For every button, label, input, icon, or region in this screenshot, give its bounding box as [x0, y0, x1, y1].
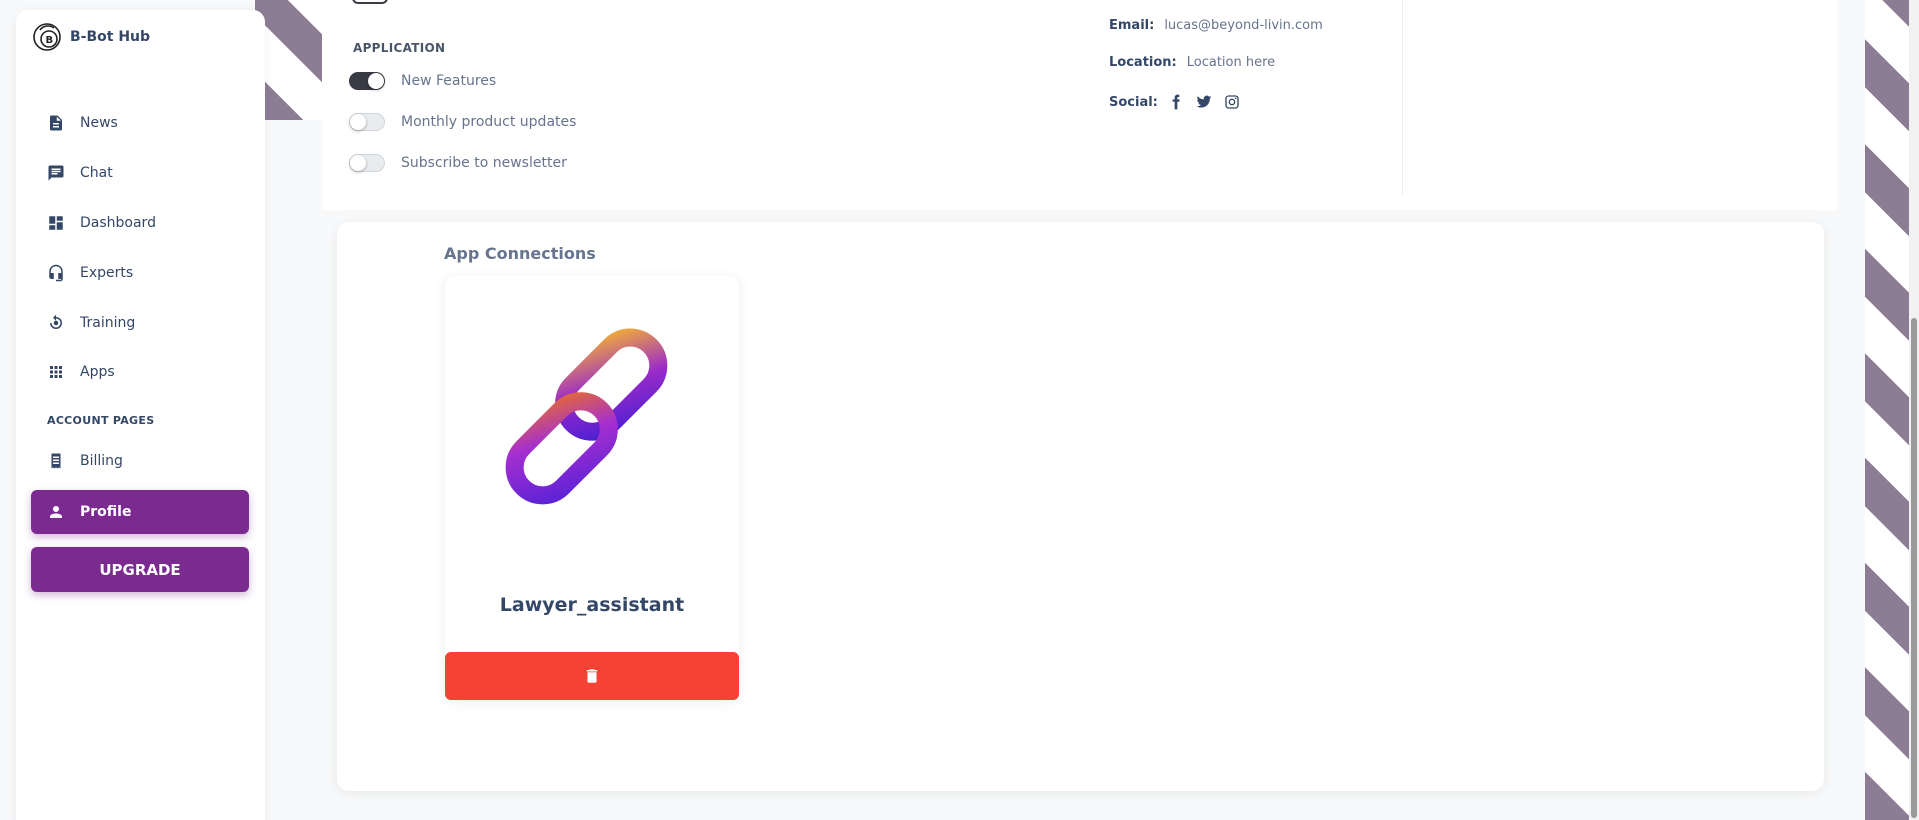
dashboard-icon	[49, 216, 63, 230]
monthly-updates-toggle[interactable]	[349, 113, 385, 131]
info-row-social: Social:	[1109, 94, 1240, 110]
section-title-account-pages: ACCOUNT PAGES	[47, 414, 155, 427]
setting-label: Monthly product updates	[401, 114, 577, 130]
setting-label: New Features	[401, 73, 497, 89]
sidebar-item-label: Experts	[80, 265, 134, 281]
sidebar-item-chat[interactable]: Chat	[31, 151, 249, 195]
sidebar-item-label: Apps	[80, 364, 115, 380]
headset-icon	[49, 264, 63, 282]
training-icon	[50, 314, 62, 329]
facebook-icon[interactable]	[1168, 94, 1184, 110]
brand[interactable]: B B-Bot Hub	[32, 22, 150, 52]
setting-row-new-features: New Features	[349, 72, 496, 90]
sidebar-item-apps[interactable]: Apps	[31, 350, 249, 394]
panel-divider	[1402, 0, 1403, 195]
app-name: Lawyer_assistant	[499, 594, 685, 616]
info-row-location: Location: Location here	[1109, 55, 1275, 70]
info-value-email: lucas@beyond-livin.com	[1164, 18, 1323, 33]
sidebar-item-label: Chat	[80, 165, 113, 181]
receipt-icon	[51, 453, 61, 469]
upgrade-button[interactable]: UPGRADE	[31, 547, 249, 592]
apps-grid-icon	[50, 366, 62, 378]
profile-info-panel	[322, 0, 1837, 210]
sidebar-item-billing[interactable]: Billing	[31, 439, 249, 483]
sidebar-item-label: News	[80, 115, 118, 131]
news-icon	[50, 115, 62, 131]
chat-icon	[48, 165, 64, 181]
brand-logo-icon: B	[33, 23, 61, 51]
sidebar-item-profile[interactable]: Profile	[31, 490, 249, 534]
trash-icon	[586, 669, 598, 683]
info-key: Location:	[1109, 55, 1177, 70]
info-key: Email:	[1109, 18, 1155, 33]
toggle-knob	[368, 73, 384, 89]
delete-app-button[interactable]	[445, 652, 739, 700]
sidebar-item-news[interactable]: News	[31, 101, 249, 145]
setting-row-monthly-updates: Monthly product updates	[349, 113, 576, 131]
newsletter-toggle[interactable]	[349, 154, 385, 172]
chain-link-image	[505, 328, 668, 505]
app-connections-title: App Connections	[444, 244, 596, 263]
scrollbar-thumb[interactable]	[1911, 318, 1917, 818]
svg-text:B: B	[46, 35, 54, 46]
instagram-icon[interactable]	[1224, 94, 1240, 110]
sidebar-item-label: Training	[80, 315, 136, 331]
settings-section-label: APPLICATION	[353, 41, 446, 55]
toggle-partial-offscreen[interactable]	[352, 0, 388, 4]
sidebar-item-label: Billing	[80, 453, 123, 469]
brand-name: B-Bot Hub	[70, 29, 151, 45]
social-icons	[1168, 94, 1240, 110]
person-icon	[50, 506, 62, 518]
sidebar-item-experts[interactable]: Experts	[31, 251, 249, 295]
sidebar-item-training[interactable]: Training	[31, 301, 249, 345]
sidebar-item-dashboard[interactable]: Dashboard	[31, 201, 249, 245]
toggle-knob	[350, 114, 366, 130]
sidebar-item-label: Profile	[80, 504, 132, 520]
info-value-location: Location here	[1186, 55, 1276, 70]
setting-label: Subscribe to newsletter	[401, 155, 567, 171]
sidebar-item-label: Dashboard	[80, 215, 156, 231]
new-features-toggle[interactable]	[349, 72, 385, 90]
toggle-knob	[350, 155, 366, 171]
info-row-email: Email: lucas@beyond-livin.com	[1109, 18, 1323, 33]
info-key: Social:	[1109, 94, 1158, 110]
twitter-icon[interactable]	[1196, 94, 1212, 110]
setting-row-newsletter: Subscribe to newsletter	[349, 154, 567, 172]
